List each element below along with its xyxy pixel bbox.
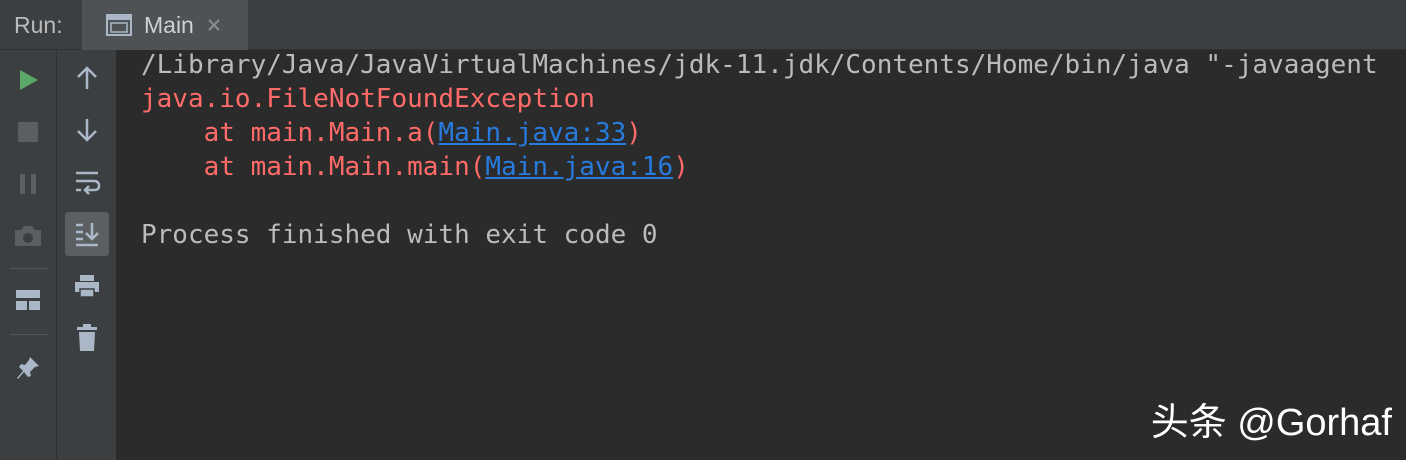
- source-link[interactable]: Main.java:16: [485, 152, 673, 182]
- trash-icon: [77, 324, 97, 351]
- run-toolbar-console: [57, 50, 117, 460]
- stack-frame: at main.Main.main(Main.java:16): [141, 150, 689, 184]
- stack-frame-suffix: ): [626, 118, 642, 148]
- restore-layout-button[interactable]: [6, 278, 50, 322]
- pause-icon: [20, 174, 36, 194]
- pin-icon: [17, 357, 39, 379]
- scroll-to-end-icon: [76, 223, 99, 247]
- scroll-to-end-button[interactable]: [65, 212, 109, 256]
- stop-icon: [18, 122, 38, 142]
- tab-main-label: Main: [144, 11, 194, 38]
- down-stack-trace-button[interactable]: [65, 108, 109, 152]
- pause-button[interactable]: [6, 162, 50, 206]
- run-tool-window: Run: Main /Library/Java/JavaVirtualMachi…: [0, 0, 1406, 460]
- watermark: 头条 @Gorhaf: [1150, 402, 1392, 444]
- soft-wrap-icon: [76, 171, 101, 195]
- source-link[interactable]: Main.java:33: [438, 118, 626, 148]
- exit-message: Process finished with exit code 0: [141, 220, 658, 250]
- stack-frame-suffix: ): [673, 152, 689, 182]
- clear-all-button[interactable]: [65, 316, 109, 360]
- rerun-button[interactable]: [6, 58, 50, 102]
- print-button[interactable]: [65, 264, 109, 308]
- layout-icon: [16, 290, 40, 310]
- toolbar-separator: [10, 334, 48, 335]
- arrow-down-icon: [77, 119, 97, 142]
- stack-frame: at main.Main.a(Main.java:33): [141, 116, 642, 150]
- tab-main[interactable]: Main: [82, 0, 248, 50]
- toolbar-separator: [10, 268, 48, 269]
- command-line: /Library/Java/JavaVirtualMachines/jdk-11…: [141, 50, 1378, 80]
- play-icon: [20, 70, 38, 90]
- exception-line: java.io.FileNotFoundException: [141, 84, 595, 114]
- run-header: Run: Main: [0, 0, 1406, 50]
- run-label: Run:: [14, 12, 63, 38]
- console-window-icon: [106, 14, 132, 36]
- pin-tab-button[interactable]: [6, 346, 50, 390]
- stop-button[interactable]: [6, 110, 50, 154]
- up-stack-trace-button[interactable]: [65, 56, 109, 100]
- soft-wrap-button[interactable]: [65, 160, 109, 204]
- printer-icon: [75, 275, 99, 298]
- close-icon[interactable]: [206, 17, 222, 33]
- run-toolbar-primary: [0, 50, 57, 460]
- stack-frame-text: at main.Main.main(: [141, 152, 486, 182]
- dump-threads-button[interactable]: [6, 214, 50, 258]
- arrow-up-icon: [77, 66, 97, 89]
- stack-frame-text: at main.Main.a(: [141, 118, 439, 148]
- camera-icon: [15, 226, 41, 246]
